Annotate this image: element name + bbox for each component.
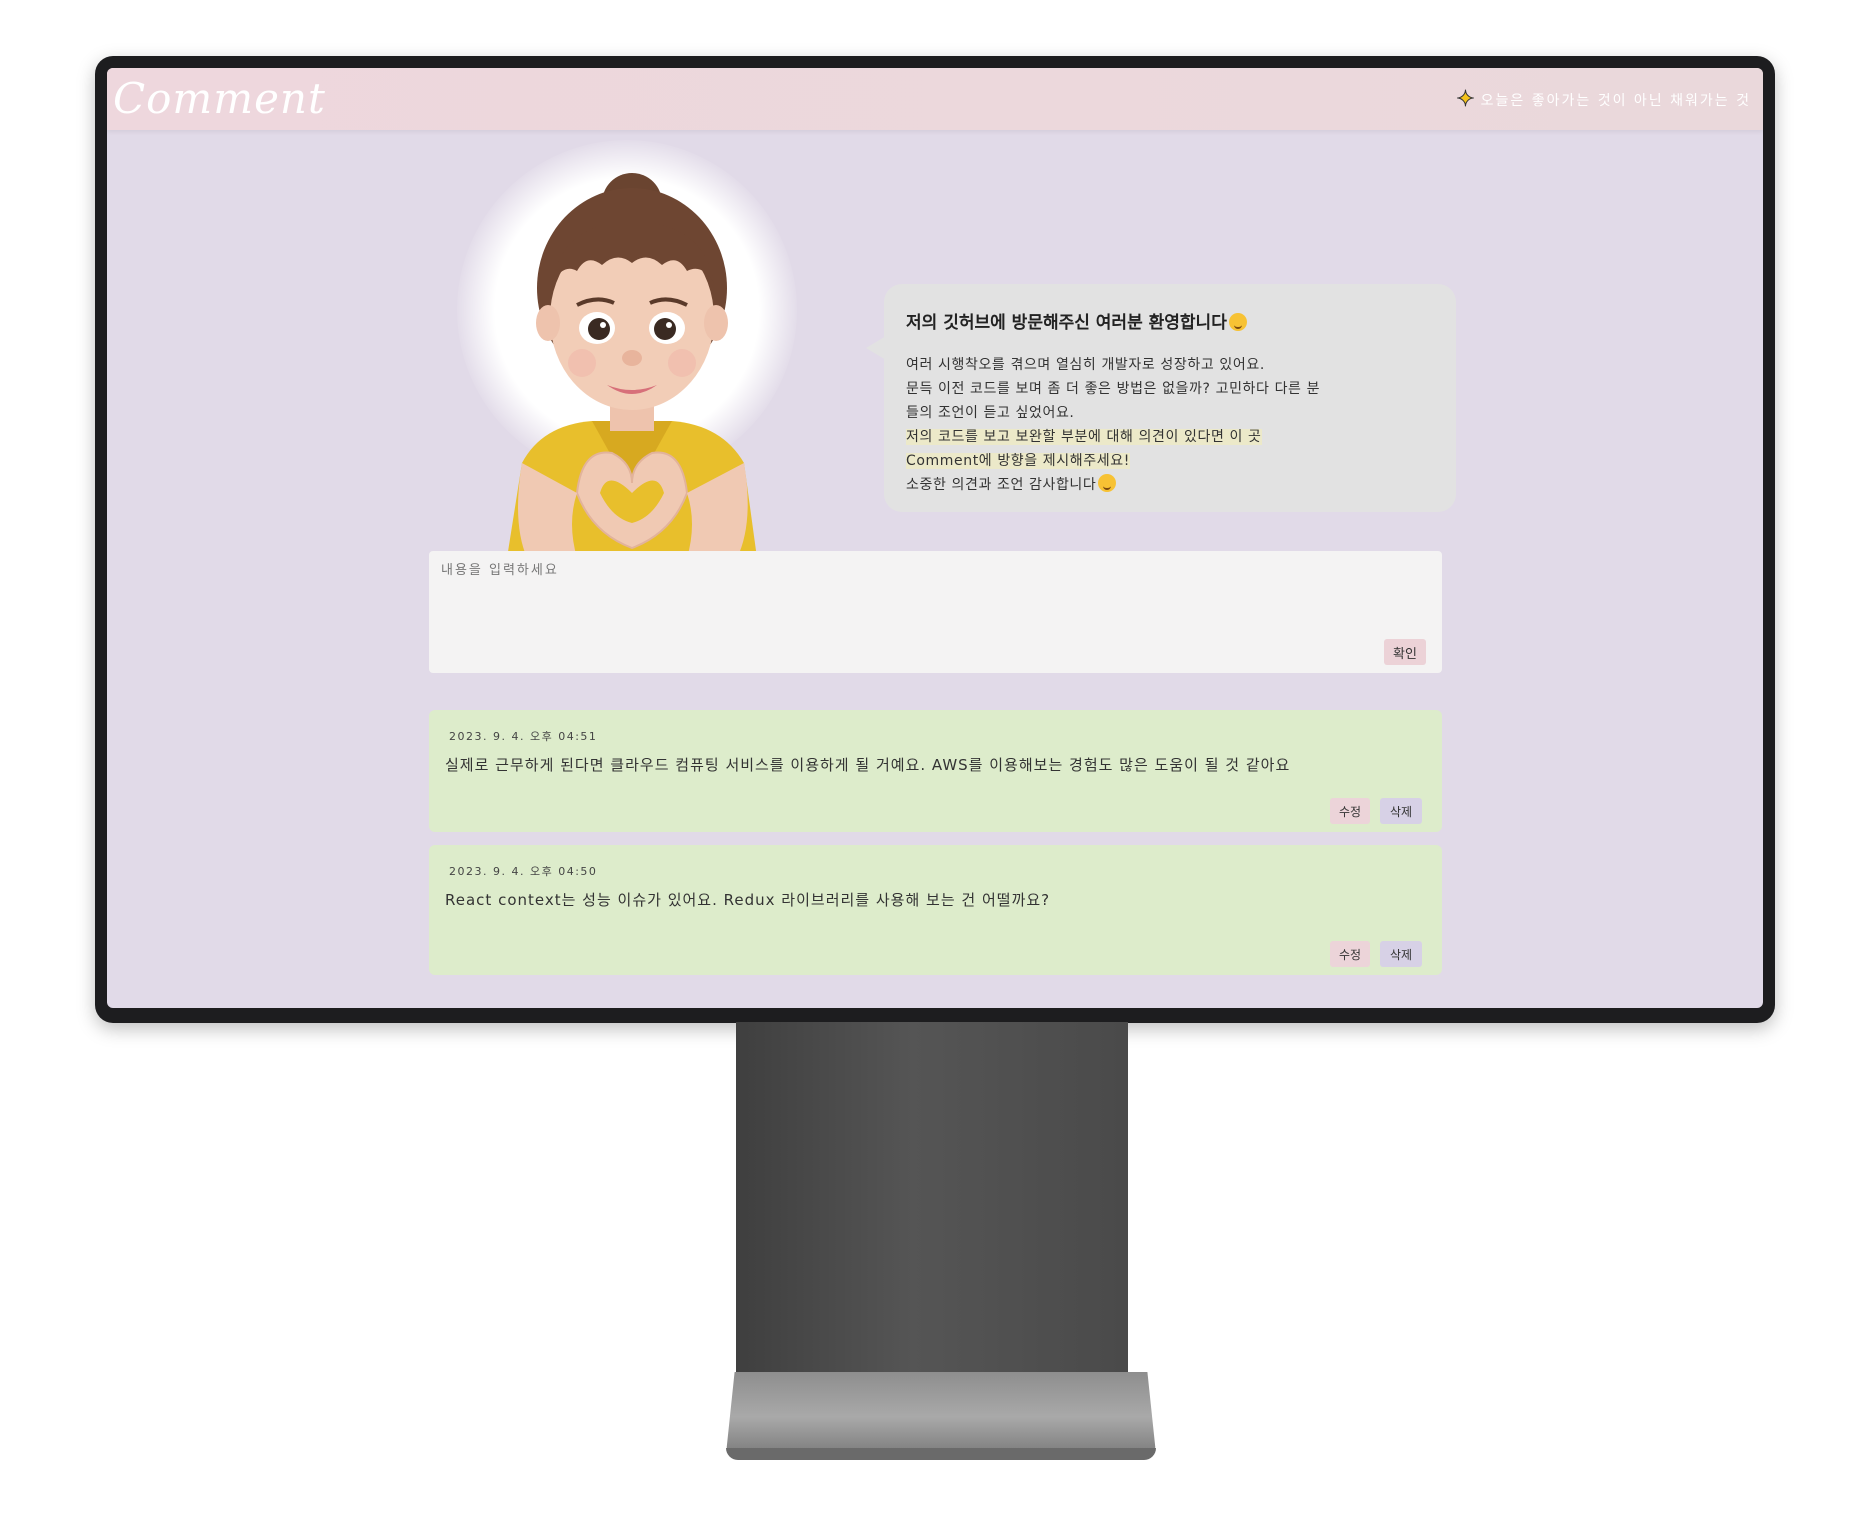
logo[interactable]: Comment bbox=[113, 74, 326, 123]
avatar-illustration bbox=[507, 173, 757, 558]
monitor-frame: Comment ✦ 오늘은 좋아가는 것이 아닌 채워가는 것 저의 깃허브에 … bbox=[95, 56, 1775, 1023]
comment-card: 2023. 9. 4. 오후 04:51 실제로 근무하게 된다면 클라우드 컴… bbox=[429, 710, 1442, 832]
comment-text: React context는 성능 이슈가 있어요. Redux 라이브러리를 … bbox=[445, 891, 1051, 909]
edit-button[interactable]: 수정 bbox=[1330, 941, 1370, 967]
monitor-stand-base-edge bbox=[726, 1448, 1156, 1460]
monitor-stand-neck bbox=[736, 1022, 1128, 1382]
comment-card: 2023. 9. 4. 오후 04:50 React context는 성능 이… bbox=[429, 845, 1442, 975]
intro-bubble: 저의 깃허브에 방문해주신 여러분 환영합니다 여러 시행착오를 겪으며 열심히… bbox=[866, 284, 1456, 512]
header-motto: ✦ 오늘은 좋아가는 것이 아닌 채워가는 것 bbox=[1456, 87, 1751, 112]
intro-line: 여러 시행착오를 겪으며 열심히 개발자로 성장하고 있어요. bbox=[906, 357, 1265, 373]
smile-emoji-icon bbox=[1228, 313, 1247, 331]
intro-title: 저의 깃허브에 방문해주신 여러분 환영합니다 bbox=[906, 308, 1434, 333]
submit-button[interactable]: 확인 bbox=[1384, 639, 1426, 665]
comment-actions: 수정 삭제 bbox=[1330, 798, 1422, 824]
intro-line: 들의 조언이 듣고 싶었어요. bbox=[906, 405, 1075, 421]
comment-actions: 수정 삭제 bbox=[1330, 941, 1422, 967]
delete-button[interactable]: 삭제 bbox=[1380, 941, 1422, 967]
sparkle-icon: ✦ bbox=[1456, 87, 1477, 112]
comment-timestamp: 2023. 9. 4. 오후 04:51 bbox=[449, 730, 598, 743]
delete-button[interactable]: 삭제 bbox=[1380, 798, 1422, 824]
edit-button[interactable]: 수정 bbox=[1330, 798, 1370, 824]
app-screen: Comment ✦ 오늘은 좋아가는 것이 아닌 채워가는 것 저의 깃허브에 … bbox=[107, 68, 1763, 1008]
comment-input[interactable] bbox=[439, 559, 1343, 581]
comment-form: 확인 bbox=[429, 551, 1442, 673]
intro-line-highlight: Comment에 방향을 제시해주세요! bbox=[906, 453, 1130, 469]
intro-line: 소중한 의견과 조언 감사합니다 bbox=[906, 473, 1434, 497]
motto-text: 오늘은 좋아가는 것이 아닌 채워가는 것 bbox=[1480, 93, 1751, 109]
app-header: Comment ✦ 오늘은 좋아가는 것이 아닌 채워가는 것 bbox=[107, 68, 1763, 130]
intro-line-highlight: 저의 코드를 보고 보완할 부분에 대해 의견이 있다면 이 곳 bbox=[906, 429, 1262, 445]
comment-text: 실제로 근무하게 된다면 클라우드 컴퓨팅 서비스를 이용하게 될 거예요. A… bbox=[445, 756, 1291, 774]
comment-timestamp: 2023. 9. 4. 오후 04:50 bbox=[449, 865, 598, 878]
intro-line: 문득 이전 코드를 보며 좀 더 좋은 방법은 없을까? 고민하다 다른 분 bbox=[906, 381, 1321, 397]
monitor-stand-base bbox=[726, 1372, 1156, 1454]
smile-emoji-icon bbox=[1098, 474, 1117, 492]
